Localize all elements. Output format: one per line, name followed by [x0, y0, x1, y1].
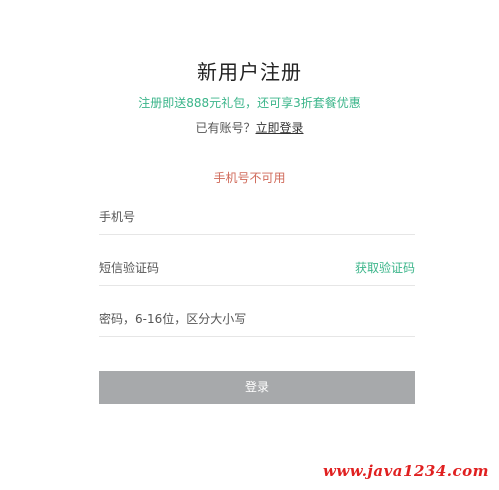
get-code-button[interactable]: 获取验证码	[355, 251, 415, 285]
page-title: 新用户注册	[197, 60, 302, 84]
promo-text: 注册即送888元礼包，还可享3折套餐优惠	[138, 96, 361, 110]
site-watermark: www.java1234.com	[322, 462, 489, 480]
register-page: 新用户注册 注册即送888元礼包，还可享3折套餐优惠 已有账号？立即登录 手机号…	[0, 0, 499, 490]
has-account-text: 已有账号？	[195, 121, 256, 135]
error-message: 手机号不可用	[213, 171, 286, 185]
password-input[interactable]	[99, 302, 339, 336]
login-link[interactable]: 立即登录	[256, 121, 304, 135]
has-account-line: 已有账号？立即登录	[0, 119, 499, 137]
password-field-row	[99, 302, 415, 337]
code-field-row: 获取验证码	[99, 251, 415, 286]
phone-field-row	[99, 200, 415, 235]
submit-button[interactable]: 登录	[99, 371, 415, 404]
phone-input[interactable]	[99, 200, 339, 234]
sms-code-input[interactable]	[99, 251, 339, 285]
